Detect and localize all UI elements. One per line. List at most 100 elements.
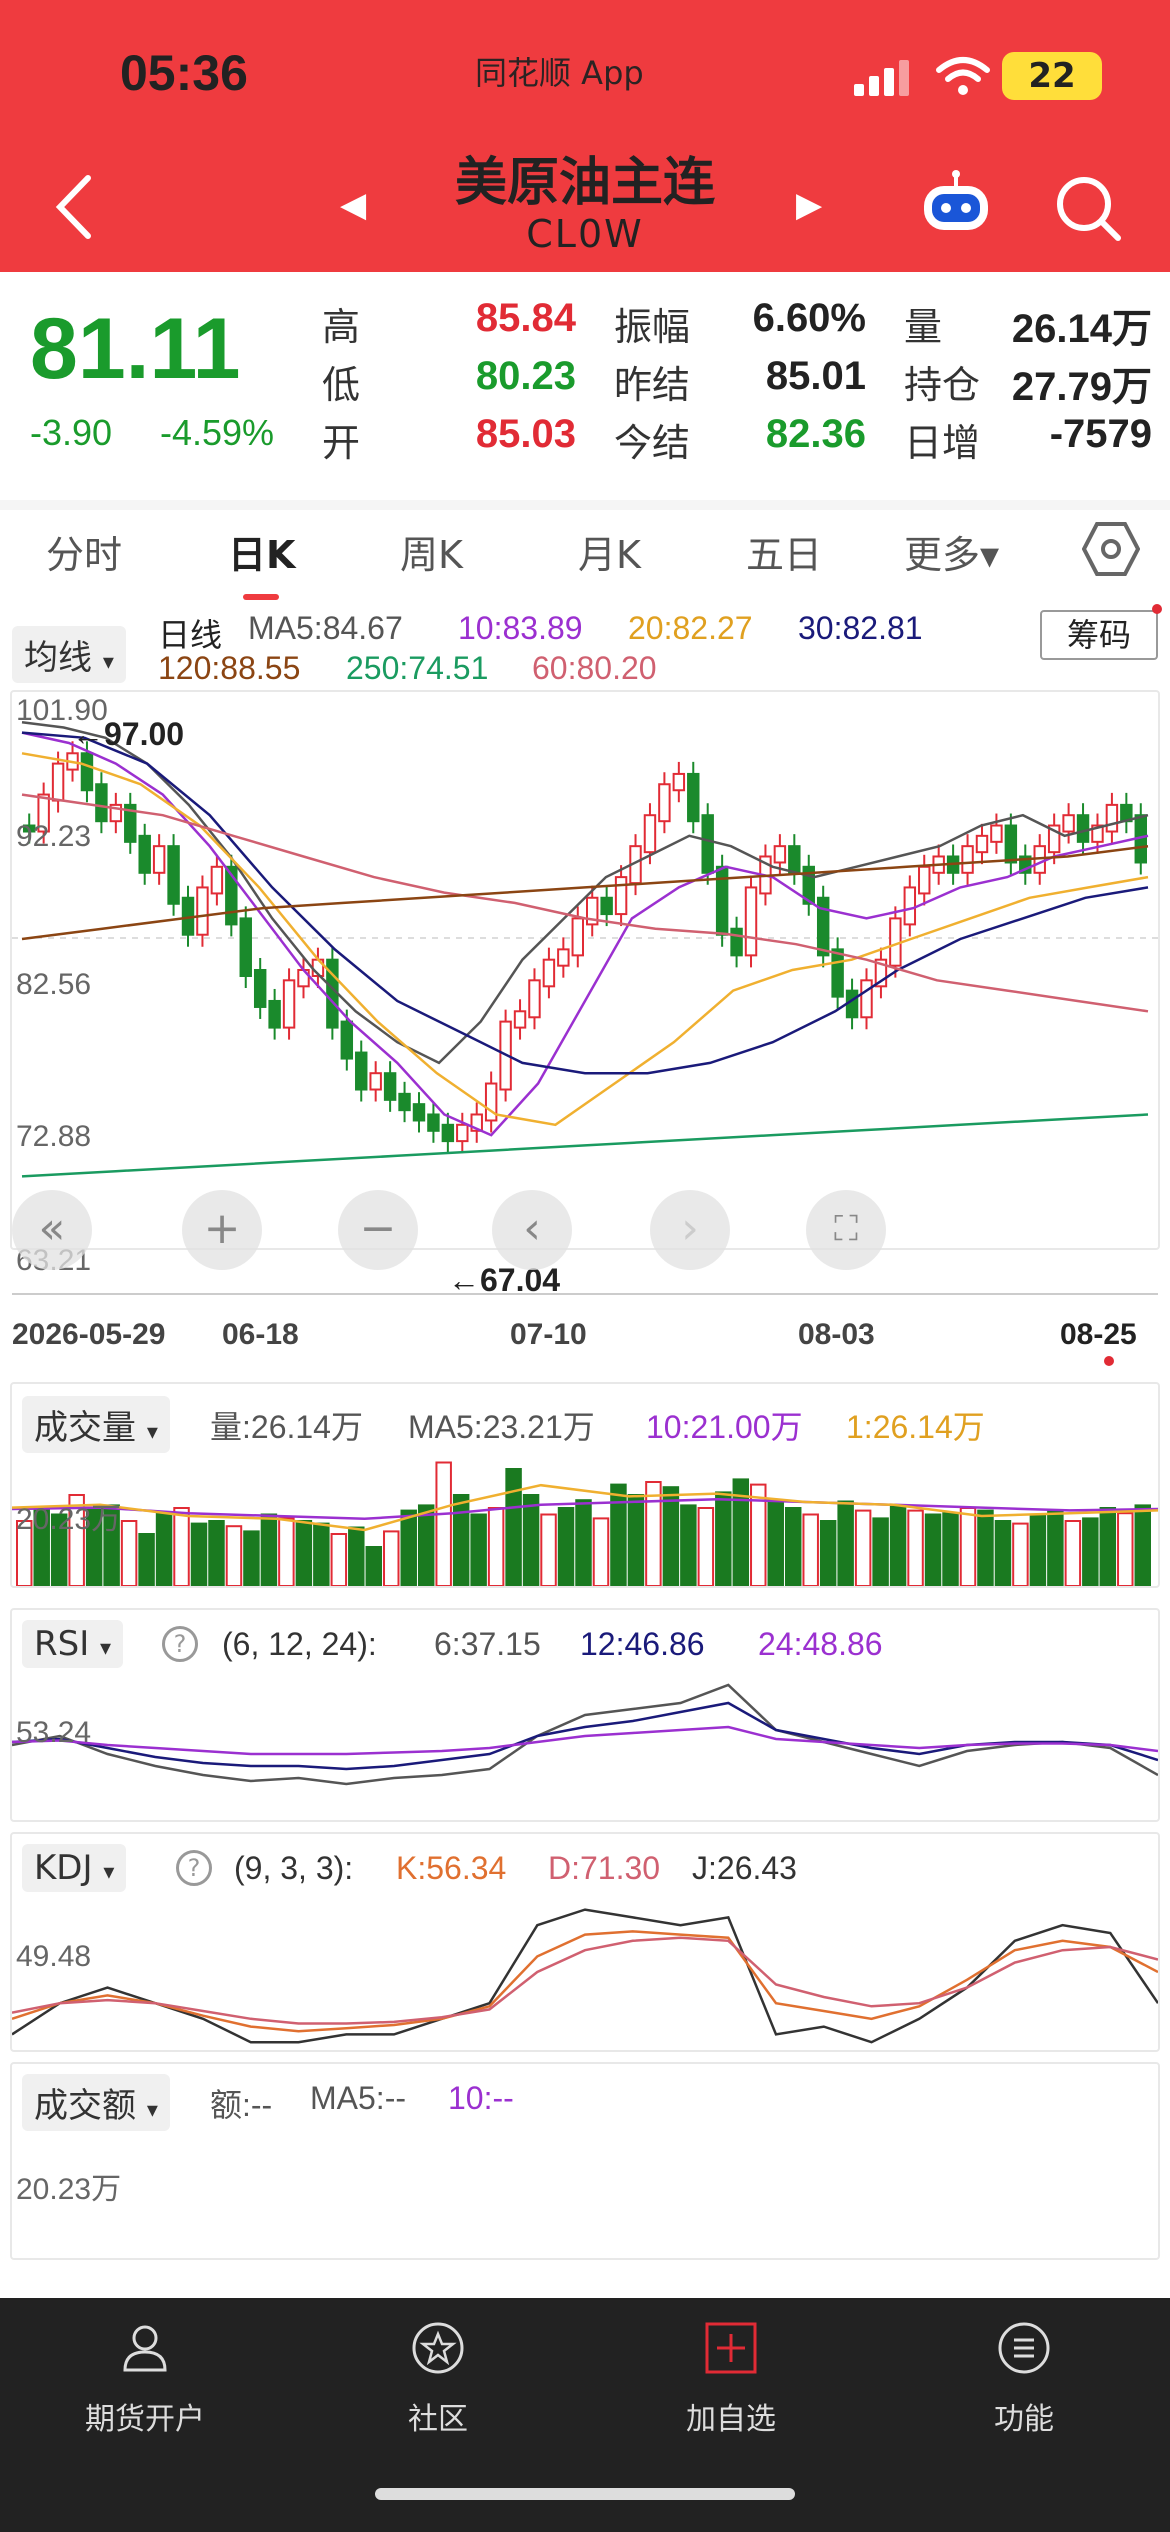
tab-1[interactable]: 日K [228,524,295,579]
search-icon[interactable] [1052,172,1122,242]
volume-bar [959,1507,977,1586]
candle-body [528,979,541,1019]
rsi12-value: 12:46.86 [580,1626,705,1662]
volume-bar [680,1504,697,1586]
candle-body [687,772,700,823]
candle-body [961,845,974,874]
rsi-select[interactable]: RSI ▾ [22,1620,124,1668]
next-candle-button[interactable]: › [650,1190,730,1270]
tab-2[interactable]: 周K [400,524,463,579]
tab-5[interactable]: 更多▾ [904,524,999,579]
next-contract-arrow-icon[interactable]: ▶ [796,185,822,225]
candle-body [398,1092,411,1112]
volume-bar [645,1481,662,1586]
volume-bar [1064,1520,1082,1586]
rsi-help-icon[interactable]: ? [162,1626,198,1662]
y-label-2: 92.23 [16,820,92,853]
candle-body [355,1051,368,1091]
rsi24-line [12,1725,1158,1756]
kdj-y-label: 49.48 [16,1940,92,1973]
volume-bar [1134,1504,1151,1586]
volume-select-label: 成交量 [34,1408,136,1448]
volume-bar [610,1483,627,1586]
menu-icon [998,2322,1050,2374]
quote-value: 26.14万 [1011,307,1152,351]
volume-bar [767,1499,784,1586]
candle-body [975,834,989,854]
volume-bar [435,1461,452,1586]
tab-4[interactable]: 五日 [746,524,822,579]
volume-bar [1047,1509,1064,1586]
kdj-help-icon[interactable]: ? [176,1850,212,1886]
volume-bar [977,1509,994,1586]
volume-bar [837,1500,854,1586]
volume-bar [348,1526,365,1586]
high-marker: ←97.00 [72,716,185,752]
back-chevron-icon[interactable] [50,172,100,242]
candle-body [441,1123,455,1143]
ma-select[interactable]: 均线 ▾ [12,626,126,683]
scroll-left-button[interactable]: « [12,1190,92,1270]
kdj-select[interactable]: KDJ ▾ [22,1844,127,1892]
candle-body [542,958,556,988]
quote-value: 82.36 [765,412,866,456]
volume-bar [522,1494,540,1586]
prev-candle-button[interactable]: ‹ [492,1190,572,1270]
signal-icon [854,60,909,96]
volume-select[interactable]: 成交量 ▾ [22,1396,170,1453]
date-label-1: 2026-05-29 [12,1318,166,1351]
volume-ma10: 10:21.00万 [646,1409,803,1445]
volume-bar [1117,1512,1134,1586]
tab-community-label: 社区 [408,2402,468,2437]
tab-3[interactable]: 月K [578,524,641,579]
community-star-icon [412,2322,464,2374]
last-price: 81.11 [30,301,241,397]
ma5-label: MA5:84.67 [248,610,403,646]
candle-body [412,1103,426,1122]
chip-distribution-button[interactable]: 筹码 [1040,610,1158,660]
notification-dot [1152,604,1162,614]
tab-functions[interactable]: 功能 [924,2310,1124,2438]
tab-community[interactable]: 社区 [338,2310,538,2438]
zoom-in-button[interactable]: + [182,1190,262,1270]
robot-assistant-icon[interactable] [918,170,994,236]
prev-contract-arrow-icon[interactable]: ◀ [340,185,366,225]
candle-body [990,824,1003,843]
tab-futures-account[interactable]: 期货开户 [45,2310,245,2438]
wifi-icon [936,57,990,95]
volume-bar [487,1507,505,1586]
settings-hexagon-icon[interactable] [1082,520,1140,578]
page-title: 美原油主连 [454,153,715,213]
add-watchlist-icon [705,2322,757,2374]
tab-0[interactable]: 分时 [46,524,122,579]
amount-panel[interactable] [10,2062,1160,2260]
volume-y-label: 20.23万 [16,1503,122,1536]
volume-bar [907,1509,924,1586]
tab-futures-account-label: 期货开户 [85,2402,205,2437]
fullscreen-button[interactable]: ⛶ [806,1190,886,1270]
amount-select[interactable]: 成交额 ▾ [22,2074,170,2131]
quote-label: 昨结 [614,363,691,407]
volume-bar [330,1533,348,1586]
y-label-3: 82.56 [16,968,92,1001]
app-name-label: 同花顺 App [475,54,644,92]
ma120-label: 120:88.55 [158,650,301,686]
candle-body [643,814,657,854]
candle-body [715,865,729,936]
candle-body [427,1113,440,1132]
zoom-out-button[interactable]: − [338,1190,418,1270]
rsi-params: (6, 12, 24): [222,1626,377,1662]
volume-ma5: MA5:23.21万 [408,1409,595,1445]
quote-label: 振幅 [614,305,691,349]
candle-body [1004,824,1018,864]
candle-body [730,927,743,957]
volume-bar [924,1513,942,1586]
rsi-chart [12,1683,1158,1786]
tab-add-watchlist[interactable]: 加自选 [631,2310,831,2438]
ma250-line [21,1113,1149,1178]
date-label-4: 08-03 [798,1318,875,1351]
candlestick-chart[interactable] [12,692,1158,1248]
volume-bar [278,1517,295,1586]
volume-bar [802,1513,819,1586]
volume-bar [208,1520,225,1586]
